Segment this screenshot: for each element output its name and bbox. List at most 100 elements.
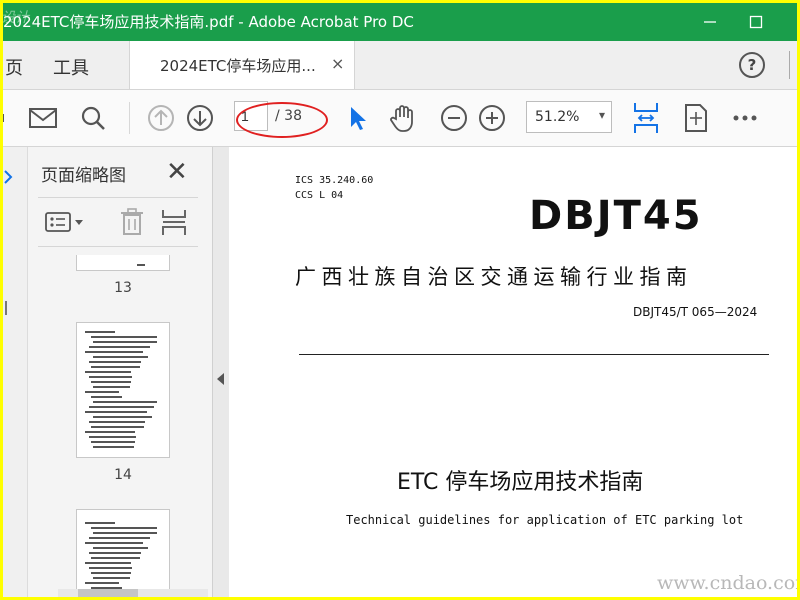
site-watermark: www.cndao.com (657, 572, 797, 594)
thumbnail-text-line (93, 532, 157, 534)
maximize-button[interactable] (733, 3, 779, 41)
thumbnail-text-line (93, 547, 148, 549)
zoom-select[interactable]: 51.2% ▾ (526, 101, 612, 133)
search-icon[interactable] (77, 102, 109, 134)
thumbnail-page[interactable] (76, 255, 170, 271)
thumbnail-text-line (85, 331, 115, 333)
thumbnail-panel: 页面缩略图 ✕ 13 14 (28, 147, 230, 597)
document-page: ICS 35.240.60 CCS L 04 DBJT45 广西壮族自治区交通运… (229, 147, 797, 597)
select-tool-icon[interactable] (341, 102, 373, 134)
thumbnail-text-line (91, 557, 140, 559)
thumbnail-text-line (89, 346, 150, 348)
tab-document[interactable]: 2024ETC停车场应用... × (129, 41, 355, 89)
thumbnail-text-line (85, 431, 135, 433)
thumbnail-text-line (91, 366, 140, 368)
thumbnail-page[interactable] (76, 322, 170, 458)
thumbnail-text-line (93, 341, 157, 343)
strip-grip[interactable] (5, 301, 7, 315)
title-bar: 2024ETC停车场应用技术指南.pdf - Adobe Acrobat Pro… (3, 3, 797, 41)
thumbnail-text-line (93, 386, 130, 388)
thumbnail-text-line (91, 381, 131, 383)
tab-home[interactable]: 页 (5, 54, 23, 80)
thumbnail-text-line (89, 567, 132, 569)
zoom-value: 51.2% (535, 109, 580, 125)
thumbnail-text-line (93, 416, 152, 418)
zoom-in-icon[interactable] (476, 102, 508, 134)
maximize-icon (749, 15, 763, 29)
thumbnail-text-line (89, 406, 154, 408)
standard-number: DBJT45/T 065—2024 (633, 305, 758, 319)
toolbar: / 38 51.2% ▾ (3, 90, 797, 147)
thumbnail-text-line (93, 446, 134, 448)
rotate-view-icon[interactable] (680, 102, 712, 134)
thumbnail-text-line (89, 552, 141, 554)
close-tab-icon[interactable]: × (331, 54, 344, 73)
trash-icon (121, 208, 143, 235)
thumbnail-text-line (93, 401, 157, 403)
document-title: ETC 停车场应用技术指南 (397, 470, 644, 495)
thumbnail-text-line (91, 336, 157, 338)
thumbnail-text-line (91, 572, 131, 574)
thumbnail-page[interactable] (76, 509, 170, 597)
save-icon[interactable] (3, 102, 11, 134)
thumbnail-list: 13 14 (28, 255, 192, 597)
standard-code: DBJT45 (529, 193, 703, 239)
thumbnail-text-line (91, 527, 157, 529)
collapse-panel-handle[interactable] (212, 147, 230, 597)
acrobat-window: 2024ETC停车场应用技术指南.pdf - Adobe Acrobat Pro… (3, 3, 797, 597)
thumbnail-text-line (93, 356, 148, 358)
thumbnail-text-line (89, 376, 132, 378)
thumbnail-text-line (91, 426, 144, 428)
document-title-english: Technical guidelines for application of … (346, 513, 744, 527)
thumbnail-text-line (89, 436, 136, 438)
hand-tool-icon[interactable] (387, 102, 419, 134)
left-nav-strip (3, 147, 28, 597)
ccs-code: CCS L 04 (295, 190, 344, 201)
thumbnail-text-line (91, 441, 135, 443)
minimize-button[interactable] (687, 3, 733, 41)
collapse-arrow-icon (217, 373, 224, 385)
thumbnail-text-line (85, 411, 147, 413)
fit-width-icon[interactable] (630, 102, 662, 134)
thumbnail-text-line (85, 542, 143, 544)
more-options-icon[interactable] (730, 102, 762, 134)
panel-indicator-icon[interactable] (3, 169, 15, 185)
thumbnail-text-line (85, 562, 131, 564)
annotation-red-circle (236, 102, 328, 138)
ics-code: ICS 35.240.60 (295, 175, 374, 186)
tab-tools[interactable]: 工具 (53, 54, 89, 80)
panel-title: 页面缩略图 (41, 166, 126, 186)
previous-page-icon[interactable] (145, 102, 177, 134)
thumbnail-page-number: 13 (114, 280, 132, 296)
thumbnail-text-line (89, 421, 145, 423)
document-tab-label: 2024ETC停车场应用... (160, 57, 316, 75)
help-button[interactable]: ? (739, 52, 765, 78)
thumbnail-text-line (85, 522, 115, 524)
delete-page-button[interactable] (119, 207, 145, 237)
signin-edge[interactable] (789, 51, 797, 79)
thumbnail-text-line (85, 371, 131, 373)
list-options-icon (45, 212, 83, 232)
thumbnail-text-line (91, 396, 122, 398)
thumbnail-text-line (89, 537, 150, 539)
next-page-icon[interactable] (184, 102, 216, 134)
extract-pages-button[interactable] (161, 207, 187, 237)
close-panel-icon[interactable]: ✕ (166, 157, 188, 187)
thumbnail-options-button[interactable] (45, 207, 85, 237)
horizontal-scrollbar[interactable] (58, 589, 208, 597)
tab-bar: 页 工具 2024ETC停车场应用... × ? (3, 41, 797, 90)
thumbnail-text-line (85, 391, 119, 393)
window-title: 2024ETC停车场应用技术指南.pdf - Adobe Acrobat Pro… (3, 13, 414, 31)
thumbnail-text-line (89, 361, 141, 363)
email-icon[interactable] (27, 102, 59, 134)
minimize-icon (704, 21, 716, 23)
watermark-logo: 设计 (3, 10, 29, 26)
issuing-region: 广西壮族自治区交通运输行业指南 (295, 265, 693, 289)
thumbnail-page-number: 14 (114, 467, 132, 483)
page-layout-icon (162, 210, 186, 235)
header-rule (299, 354, 769, 355)
zoom-out-icon[interactable] (438, 102, 470, 134)
chevron-down-icon: ▾ (598, 108, 605, 122)
thumbnail-text-line (93, 577, 130, 579)
thumbnail-text-line (85, 582, 119, 584)
